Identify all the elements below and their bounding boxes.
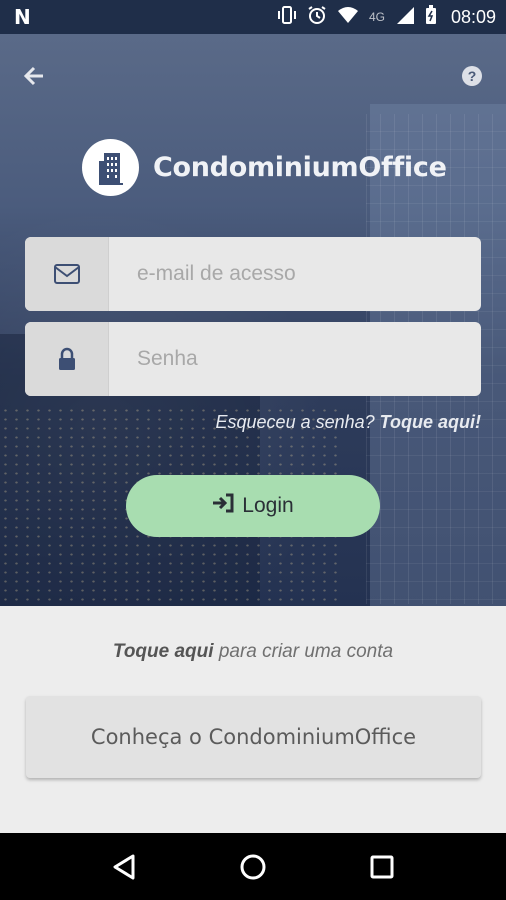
back-triangle-icon[interactable]	[104, 847, 144, 887]
lock-icon	[25, 322, 109, 396]
login-button[interactable]: Login	[126, 475, 380, 537]
n-logo-icon: N	[14, 5, 31, 29]
envelope-icon	[25, 237, 109, 311]
recents-square-icon[interactable]	[362, 847, 402, 887]
network-type: 4G	[368, 10, 385, 24]
question-circle-icon[interactable]: ?	[458, 62, 486, 90]
know-condominium-office-button[interactable]: Conheça o CondominiumOffice	[26, 696, 481, 778]
arrow-left-icon[interactable]	[20, 62, 48, 90]
building-icon	[82, 139, 139, 196]
home-circle-icon[interactable]	[233, 847, 273, 887]
email-field[interactable]	[25, 237, 481, 311]
password-field[interactable]	[25, 322, 481, 396]
alarm-icon	[307, 5, 327, 30]
brand: CondominiumOffice	[82, 139, 447, 196]
signup-panel: Toque aqui para criar uma conta Conheça …	[0, 606, 506, 833]
battery-icon	[425, 4, 437, 30]
sign-in-icon	[212, 493, 234, 519]
forgot-password-link[interactable]: Esqueceu a senha? Toque aqui!	[216, 412, 481, 433]
status-bar: N 4G 08:09	[0, 0, 506, 34]
password-input[interactable]	[109, 322, 481, 396]
vibrate-icon	[277, 5, 297, 29]
create-account-suffix: para criar uma conta	[218, 641, 394, 662]
brand-name: CondominiumOffice	[153, 152, 447, 183]
status-time: 08:09	[450, 6, 496, 27]
signal-icon	[395, 5, 415, 30]
navigation-bar	[0, 833, 506, 900]
forgot-password-prefix: Esqueceu a senha?	[215, 412, 375, 432]
create-account-link[interactable]: Toque aqui	[113, 641, 214, 662]
email-input[interactable]	[109, 237, 481, 311]
forgot-password-action[interactable]: Toque aqui!	[380, 412, 481, 432]
wifi-icon	[337, 6, 359, 29]
create-account-text: Toque aqui para criar uma conta	[0, 641, 506, 663]
login-button-label: Login	[242, 494, 294, 517]
